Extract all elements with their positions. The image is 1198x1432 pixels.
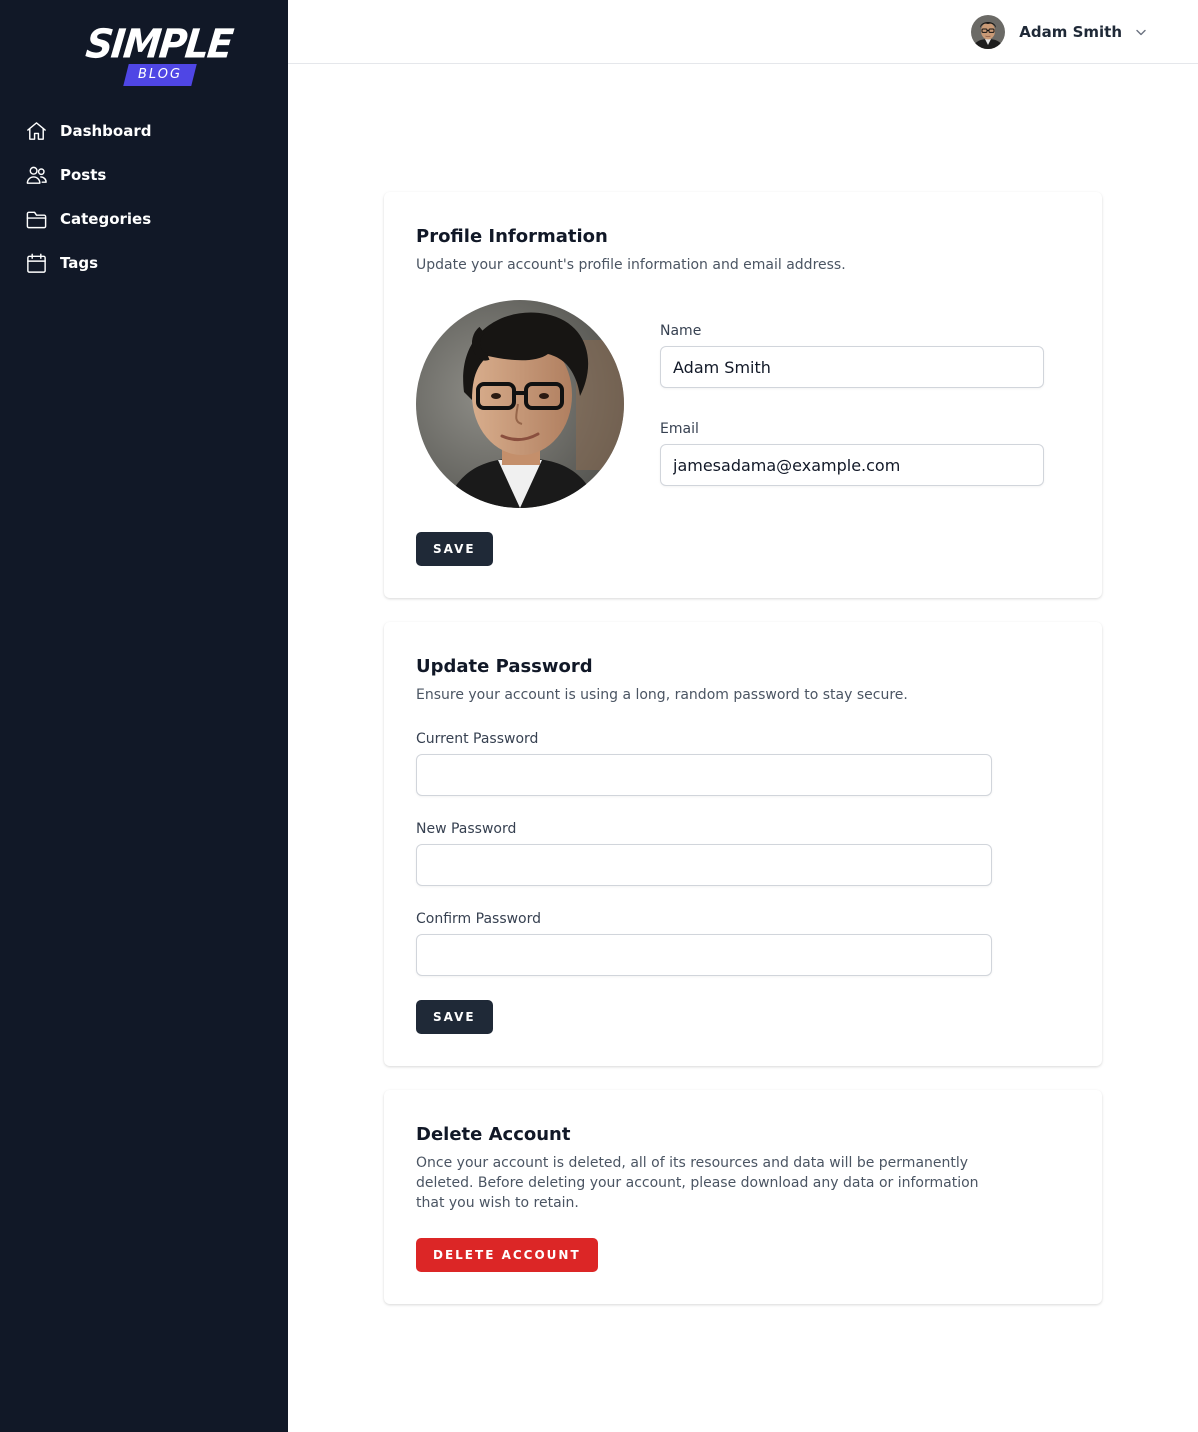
logo-badge-text: BLOG bbox=[137, 67, 183, 82]
profile-information-description: Update your account's profile informatio… bbox=[416, 257, 846, 273]
home-icon bbox=[24, 119, 48, 143]
sidebar-item-label: Tags bbox=[60, 254, 99, 272]
logo-badge: BLOG bbox=[123, 64, 197, 86]
user-name: Adam Smith bbox=[1019, 23, 1122, 41]
save-profile-button[interactable]: SAVE bbox=[416, 532, 493, 566]
folder-icon bbox=[24, 207, 48, 231]
logo-wordmark: SIMPLE bbox=[83, 20, 234, 68]
name-label: Name bbox=[660, 323, 702, 339]
chevron-down-icon bbox=[1134, 25, 1148, 39]
confirm-password-label: Confirm Password bbox=[416, 911, 542, 927]
sidebar-item-categories[interactable]: Categories bbox=[24, 204, 264, 234]
update-password-title: Update Password bbox=[416, 656, 593, 677]
email-input[interactable] bbox=[660, 444, 1044, 486]
profile-information-title: Profile Information bbox=[416, 226, 608, 247]
new-password-label: New Password bbox=[416, 821, 517, 837]
sidebar-item-posts[interactable]: Posts bbox=[24, 160, 264, 190]
current-password-input[interactable] bbox=[416, 754, 992, 796]
sidebar-item-label: Dashboard bbox=[60, 122, 152, 140]
profile-photo[interactable] bbox=[416, 300, 624, 508]
user-menu[interactable]: Adam Smith bbox=[971, 15, 1148, 49]
current-password-label: Current Password bbox=[416, 731, 539, 747]
update-password-description: Ensure your account is using a long, ran… bbox=[416, 687, 908, 703]
confirm-password-input[interactable] bbox=[416, 934, 992, 976]
users-icon bbox=[24, 163, 48, 187]
update-password-card: Update Password Ensure your account is u… bbox=[384, 622, 1102, 1066]
sidebar-item-dashboard[interactable]: Dashboard bbox=[24, 116, 264, 146]
sidebar-item-label: Posts bbox=[60, 166, 107, 184]
delete-account-title: Delete Account bbox=[416, 1124, 571, 1145]
sidebar-nav: Dashboard Posts Categories Tags bbox=[24, 116, 264, 292]
calendar-icon bbox=[24, 251, 48, 275]
profile-information-card: Profile Information Update your account'… bbox=[384, 192, 1102, 598]
save-password-button[interactable]: SAVE bbox=[416, 1000, 493, 1034]
sidebar: SIMPLE BLOG Dashboard Posts Categories T… bbox=[0, 0, 288, 1432]
sidebar-item-tags[interactable]: Tags bbox=[24, 248, 264, 278]
new-password-input[interactable] bbox=[416, 844, 992, 886]
name-input[interactable] bbox=[660, 346, 1044, 388]
simple-blog-logo[interactable]: SIMPLE BLOG bbox=[84, 21, 234, 88]
delete-account-button[interactable]: DELETE ACCOUNT bbox=[416, 1238, 598, 1272]
top-header: Adam Smith bbox=[288, 0, 1198, 64]
email-label: Email bbox=[660, 421, 699, 437]
delete-account-description: Once your account is deleted, all of its… bbox=[416, 1155, 979, 1211]
delete-account-card: Delete Account Once your account is dele… bbox=[384, 1090, 1102, 1304]
sidebar-item-label: Categories bbox=[60, 210, 152, 228]
avatar bbox=[971, 15, 1006, 49]
